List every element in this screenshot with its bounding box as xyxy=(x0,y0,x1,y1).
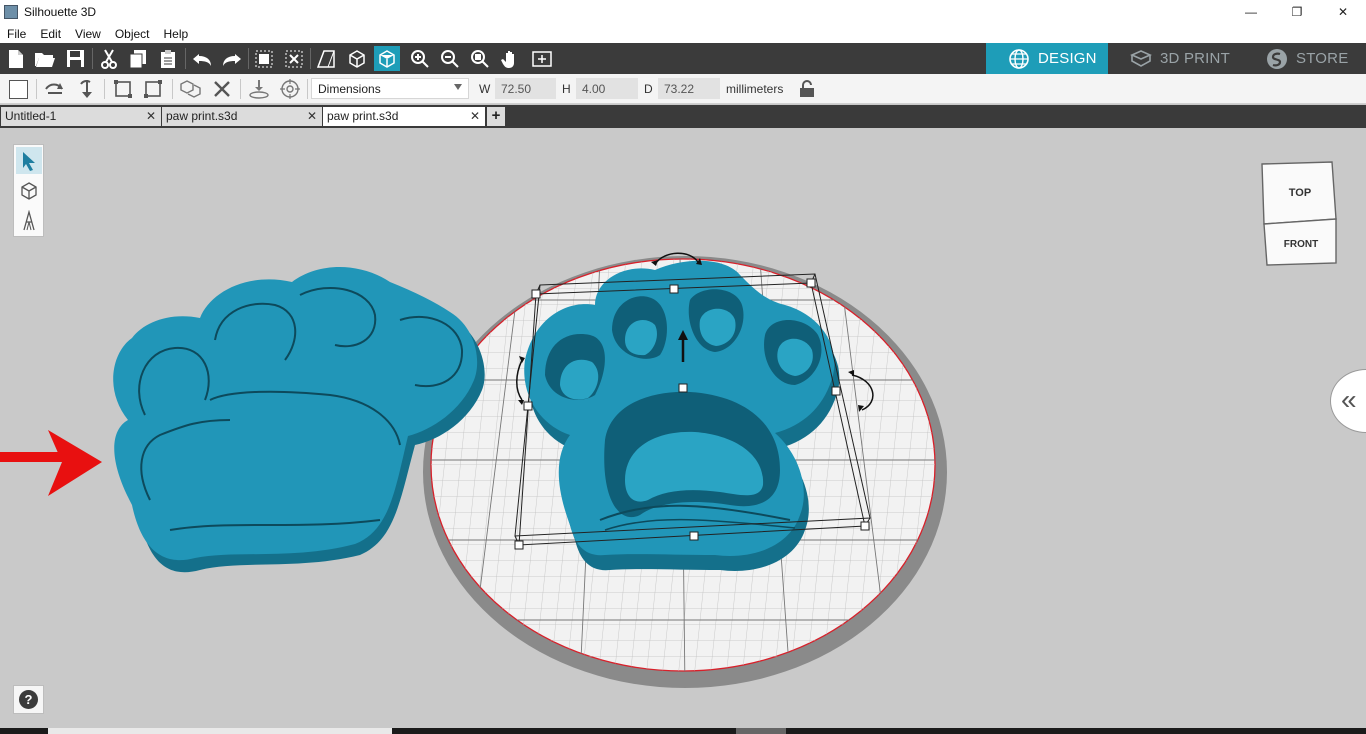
primitive-shape-tool-icon[interactable] xyxy=(16,177,42,204)
tool-panel xyxy=(13,144,44,237)
resize-handle xyxy=(514,540,524,550)
close-icon[interactable]: ✕ xyxy=(146,109,156,123)
minimize-button[interactable]: — xyxy=(1228,0,1274,24)
flip-vertical-icon[interactable] xyxy=(76,78,98,100)
resize-handle xyxy=(806,278,816,288)
resize-handle xyxy=(669,284,679,294)
close-button[interactable]: ✕ xyxy=(1320,0,1366,24)
help-button[interactable]: ? xyxy=(13,685,44,714)
close-icon[interactable]: ✕ xyxy=(307,109,317,123)
unlock-icon[interactable] xyxy=(798,80,816,103)
scale-bounds-icon[interactable] xyxy=(142,78,164,100)
resize-handle xyxy=(860,521,870,531)
menu-bar: File Edit View Object Help xyxy=(0,24,1366,43)
menu-help[interactable]: Help xyxy=(157,27,196,41)
zoom-in-icon[interactable] xyxy=(407,46,433,71)
resize-handle xyxy=(531,289,541,299)
width-field[interactable] xyxy=(495,78,556,99)
view-cube-front-label[interactable]: FRONT xyxy=(1284,239,1318,250)
globe-icon xyxy=(1009,48,1029,69)
chevron-down-icon xyxy=(454,84,462,90)
3d-viewport[interactable] xyxy=(0,128,1366,728)
window-controls: — ❐ ✕ xyxy=(1228,0,1366,24)
save-icon[interactable] xyxy=(62,46,88,71)
menu-edit[interactable]: Edit xyxy=(33,27,68,41)
center-on-bed-icon[interactable] xyxy=(279,78,301,100)
menu-file[interactable]: File xyxy=(0,27,33,41)
window-title: Silhouette 3D xyxy=(24,5,97,19)
paste-icon[interactable] xyxy=(155,46,181,71)
open-folder-icon[interactable] xyxy=(32,46,58,71)
doc-tab-paw-print-1[interactable]: paw print.s3d ✕ xyxy=(162,107,322,126)
menu-view[interactable]: View xyxy=(68,27,108,41)
zoom-out-icon[interactable] xyxy=(437,46,463,71)
title-bar: Silhouette 3D — ❐ ✕ xyxy=(0,0,1366,24)
tab-3d-print-label: 3D PRINT xyxy=(1160,50,1230,67)
restore-button[interactable]: ❐ xyxy=(1274,0,1320,24)
view-cube[interactable]: TOP FRONT xyxy=(1258,161,1342,274)
close-icon[interactable]: ✕ xyxy=(470,109,480,123)
cut-icon[interactable] xyxy=(96,46,122,71)
duplicate-object-icon[interactable] xyxy=(180,78,202,100)
doc-tab-label: Untitled-1 xyxy=(5,109,57,123)
delete-object-icon[interactable] xyxy=(211,78,233,100)
resize-handle xyxy=(689,531,699,541)
zoom-fit-icon[interactable] xyxy=(467,46,493,71)
add-tab-button[interactable]: + xyxy=(487,107,505,126)
perspective-icon[interactable] xyxy=(313,46,339,71)
select-tool-icon[interactable] xyxy=(16,147,42,174)
resize-handle xyxy=(831,386,841,396)
copy-icon[interactable] xyxy=(125,46,151,71)
doc-tab-paw-print-2[interactable]: paw print.s3d ✕ xyxy=(323,107,485,126)
resize-handle xyxy=(523,401,533,411)
ungroup-icon[interactable] xyxy=(281,46,307,71)
document-tabs-bar: Untitled-1 ✕ paw print.s3d ✕ paw print.s… xyxy=(0,105,1366,128)
tab-design[interactable]: DESIGN xyxy=(986,43,1108,74)
flip-horizontal-icon[interactable] xyxy=(44,78,66,100)
wireframe-view-icon[interactable] xyxy=(344,46,370,71)
undo-icon[interactable] xyxy=(189,46,215,71)
text-tool-icon[interactable] xyxy=(16,207,42,234)
fit-page-icon[interactable] xyxy=(529,46,555,71)
doc-tab-label: paw print.s3d xyxy=(166,109,238,123)
tab-3d-print[interactable]: 3D PRINT xyxy=(1108,43,1238,74)
doc-tab-label: paw print.s3d xyxy=(327,109,399,123)
resize-handle xyxy=(678,383,688,393)
drop-to-bed-icon[interactable] xyxy=(248,78,270,100)
height-field[interactable] xyxy=(576,78,638,99)
transform-mode-value: Dimensions xyxy=(318,82,381,96)
pan-hand-icon[interactable] xyxy=(498,46,524,71)
width-label: W xyxy=(479,82,491,96)
printer-icon xyxy=(1130,49,1152,67)
units-label: millimeters xyxy=(726,82,784,96)
double-chevron-left-icon: « xyxy=(1341,384,1357,415)
transform-mode-select[interactable]: Dimensions xyxy=(311,78,469,99)
depth-field[interactable] xyxy=(658,78,720,99)
store-icon xyxy=(1267,48,1287,69)
tab-design-label: DESIGN xyxy=(1038,50,1097,67)
height-label: H xyxy=(562,82,571,96)
bottom-strip xyxy=(0,728,1366,734)
fill-color-swatch[interactable] xyxy=(7,78,29,100)
new-file-icon[interactable] xyxy=(3,46,29,71)
solid-view-icon[interactable] xyxy=(374,46,400,71)
doc-tab-untitled[interactable]: Untitled-1 ✕ xyxy=(1,107,161,126)
app-logo-icon xyxy=(4,5,18,19)
tab-store[interactable]: STORE xyxy=(1238,43,1366,74)
align-bounds-icon[interactable] xyxy=(112,78,134,100)
paw-print-model-left xyxy=(113,267,485,573)
menu-object[interactable]: Object xyxy=(108,27,157,41)
main-toolbar: DESIGN 3D PRINT STORE xyxy=(0,43,1366,74)
redo-icon[interactable] xyxy=(219,46,245,71)
group-icon[interactable] xyxy=(251,46,277,71)
help-icon: ? xyxy=(19,690,38,709)
view-cube-top-label[interactable]: TOP xyxy=(1289,187,1311,199)
red-arrow-annotation xyxy=(0,430,102,496)
depth-label: D xyxy=(644,82,653,96)
tab-store-label: STORE xyxy=(1296,50,1349,67)
scene-canvas xyxy=(0,252,947,688)
